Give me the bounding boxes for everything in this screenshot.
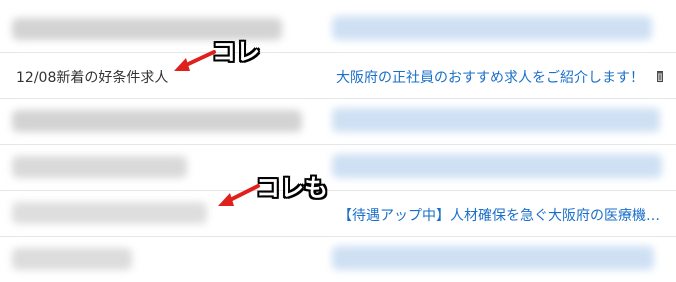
email-row[interactable] — [0, 238, 676, 282]
email-subject-link[interactable]: 【待遇アップ中】人材確保を急ぐ大阪府の医療機… — [338, 205, 660, 225]
email-list: 12/08新着の好条件求人 大阪府の正社員のおすすめ求人をご紹介します！ 【待遇… — [0, 0, 676, 280]
annotation-label: コレも — [256, 174, 328, 202]
email-row[interactable] — [0, 8, 676, 53]
redacted-sender — [12, 110, 302, 132]
redacted-sender — [12, 248, 132, 270]
redacted-subject — [332, 16, 652, 40]
redacted-sender — [12, 156, 187, 178]
redacted-subject — [332, 154, 662, 178]
redacted-subject — [332, 246, 654, 270]
email-row[interactable] — [0, 146, 676, 191]
email-row[interactable] — [0, 100, 676, 145]
red-arrow-icon — [174, 50, 216, 71]
email-subject-link[interactable]: 大阪府の正社員のおすすめ求人をご紹介します！ — [336, 67, 644, 87]
email-row-highlighted[interactable]: 12/08新着の好条件求人 大阪府の正社員のおすすめ求人をご紹介します！ — [0, 54, 676, 99]
email-sender: 12/08新着の好条件求人 — [16, 70, 169, 86]
trash-icon[interactable] — [656, 68, 664, 83]
email-row-highlighted[interactable]: 【待遇アップ中】人材確保を急ぐ大阪府の医療機… — [0, 192, 676, 237]
redacted-sender — [12, 202, 207, 224]
redacted-subject — [332, 108, 660, 132]
red-arrow-icon — [218, 184, 260, 206]
